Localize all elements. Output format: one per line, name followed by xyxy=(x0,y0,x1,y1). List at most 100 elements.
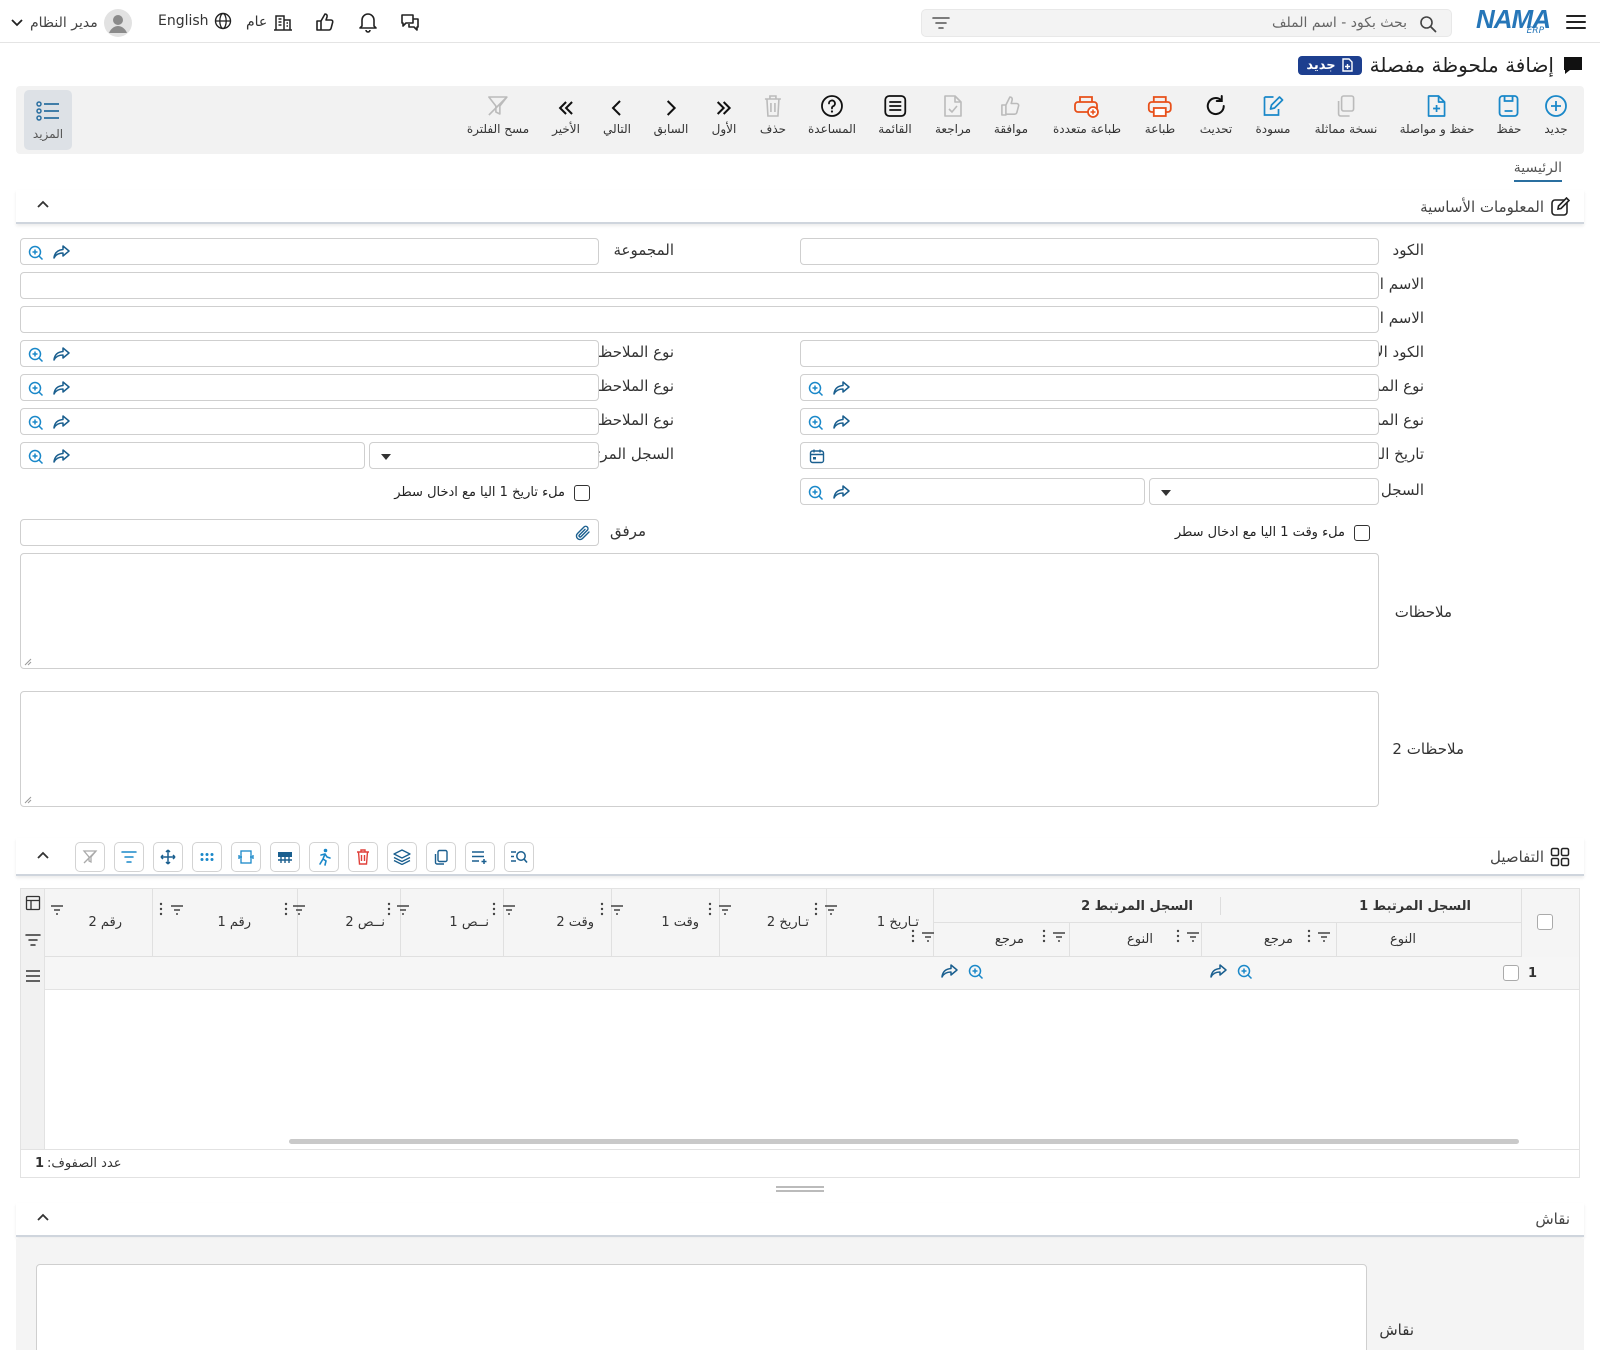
discussion-section-header[interactable]: نقاش xyxy=(16,1203,1584,1237)
search-input[interactable]: بحث بكود - اسم الملف xyxy=(921,9,1452,37)
multi-print-button[interactable]: طباعة متعددة xyxy=(1053,92,1121,136)
search-add-icon[interactable] xyxy=(807,414,825,431)
user-menu[interactable]: مدير النظام xyxy=(10,9,132,37)
group-field[interactable] xyxy=(20,238,599,265)
delete-button[interactable]: حذف xyxy=(760,92,786,136)
grid-dots-button[interactable] xyxy=(192,842,222,872)
thumbs-up-icon[interactable] xyxy=(313,10,337,34)
search-add-icon[interactable] xyxy=(27,380,45,397)
collapse-chevron-icon[interactable] xyxy=(36,1212,50,1222)
column-header-number1[interactable]: رقم 1 xyxy=(217,915,251,930)
share-arrow-icon[interactable] xyxy=(53,380,71,397)
resize-grip-icon[interactable] xyxy=(24,796,32,804)
print-button[interactable]: طباعة xyxy=(1145,92,1175,136)
duplicate-button[interactable]: نسخة مماثلة xyxy=(1315,92,1377,136)
column-header-ref1[interactable]: مرجع xyxy=(1264,932,1293,947)
menu-lines-icon[interactable] xyxy=(25,969,41,983)
search-add-icon[interactable] xyxy=(807,484,825,501)
share-arrow-icon[interactable] xyxy=(833,484,851,501)
fill-time-checkbox[interactable] xyxy=(1354,525,1370,541)
paperclip-icon[interactable] xyxy=(574,524,592,542)
grid-insert-row-button[interactable] xyxy=(270,842,300,872)
attachment-field[interactable] xyxy=(20,519,599,546)
grid-clear-filter-button[interactable] xyxy=(75,842,105,872)
column-header-time1[interactable]: وقت 1 xyxy=(661,915,699,930)
share-arrow-icon[interactable] xyxy=(833,380,851,397)
search-add-icon[interactable] xyxy=(807,380,825,397)
arabic-name-field[interactable] xyxy=(20,272,1379,299)
share-arrow-icon[interactable] xyxy=(1210,963,1228,980)
language-switcher[interactable]: English xyxy=(158,12,232,30)
discussion-textarea[interactable] xyxy=(36,1264,1367,1350)
note-type-field[interactable] xyxy=(20,340,599,367)
related2-type-select[interactable] xyxy=(1149,478,1379,505)
fill-date-checkbox[interactable] xyxy=(574,485,590,501)
related1-ref-field[interactable] xyxy=(20,442,365,469)
english-code-field[interactable] xyxy=(800,340,1379,367)
help-button[interactable]: المساعدة xyxy=(808,92,856,136)
row-checkbox[interactable] xyxy=(1503,965,1519,981)
resize-splitter-handle[interactable] xyxy=(776,1186,824,1192)
resize-grip-icon[interactable] xyxy=(24,658,32,666)
note-date-field[interactable] xyxy=(800,442,1379,469)
select-all-checkbox[interactable] xyxy=(1537,914,1553,930)
table-row[interactable] xyxy=(45,957,1579,990)
note-type5-field[interactable] xyxy=(20,408,599,435)
grid-add-lines-button[interactable] xyxy=(465,842,495,872)
column-header-text2[interactable]: نــص 2 xyxy=(345,915,385,930)
draft-button[interactable]: مسودة xyxy=(1256,92,1290,136)
search-add-icon[interactable] xyxy=(27,244,45,261)
share-arrow-icon[interactable] xyxy=(53,244,71,261)
column-header-type1[interactable]: النوع xyxy=(1390,932,1416,947)
related2-ref-field[interactable] xyxy=(800,478,1145,505)
review-button[interactable]: مراجعة xyxy=(935,92,971,136)
collapse-chevron-icon[interactable] xyxy=(36,199,50,209)
note-type4-field[interactable] xyxy=(800,408,1379,435)
new-button[interactable]: جديد xyxy=(1544,92,1568,136)
column-header-date1[interactable]: تـاريخ 1 xyxy=(877,915,919,930)
previous-button[interactable]: السابق xyxy=(654,92,688,136)
note-type2-field[interactable] xyxy=(800,374,1379,401)
bell-icon[interactable] xyxy=(356,10,380,34)
column-header-type2[interactable]: النوع xyxy=(1127,932,1153,947)
save-and-continue-button[interactable]: حفظ و مواصلة xyxy=(1400,92,1474,136)
column-header-time2[interactable]: وقت 2 xyxy=(556,915,594,930)
branch-selector[interactable]: عام xyxy=(246,12,293,32)
column-header-ref2[interactable]: مرجع xyxy=(995,932,1024,947)
collapse-chevron-icon[interactable] xyxy=(36,850,50,860)
column-header-text1[interactable]: نــص 1 xyxy=(449,915,489,930)
grid-filter-button[interactable] xyxy=(114,842,144,872)
code-field[interactable] xyxy=(800,238,1379,265)
search-icon[interactable] xyxy=(1419,15,1437,33)
share-arrow-icon[interactable] xyxy=(53,346,71,363)
column-header-date2[interactable]: تـاريخ 2 xyxy=(767,915,809,930)
related1-type-select[interactable] xyxy=(369,442,599,469)
save-button[interactable]: حفظ xyxy=(1497,92,1521,136)
filter-icon[interactable] xyxy=(932,16,950,30)
note-type3-field[interactable] xyxy=(20,374,599,401)
list-button[interactable]: القائمة xyxy=(878,92,912,136)
share-arrow-icon[interactable] xyxy=(833,414,851,431)
search-add-icon[interactable] xyxy=(1236,963,1254,980)
first-button[interactable]: الأول xyxy=(712,92,736,136)
tab-main[interactable]: الرئيسية xyxy=(1513,160,1562,182)
grid-delete-row-button[interactable] xyxy=(348,842,378,872)
row-ref2-lookup[interactable] xyxy=(941,963,985,980)
nama-logo[interactable]: NAMA ERP xyxy=(1468,4,1551,38)
refresh-button[interactable]: تحديث xyxy=(1200,92,1232,136)
grid-layers-button[interactable] xyxy=(387,842,417,872)
calendar-icon[interactable] xyxy=(809,448,825,464)
share-arrow-icon[interactable] xyxy=(53,414,71,431)
grid-move-button[interactable] xyxy=(153,842,183,872)
clear-filter-button[interactable]: مسح الفلترة xyxy=(467,92,529,136)
last-button[interactable]: الأخير xyxy=(552,92,580,136)
horizontal-scrollbar[interactable] xyxy=(289,1139,1519,1144)
next-button[interactable]: التالي xyxy=(603,92,631,136)
hamburger-menu-icon[interactable] xyxy=(1564,11,1588,33)
column-header-number2[interactable]: رقم 2 xyxy=(88,915,122,930)
english-name-field[interactable] xyxy=(20,306,1379,333)
search-add-icon[interactable] xyxy=(27,414,45,431)
approve-button[interactable]: موافقة xyxy=(994,92,1028,136)
grid-run-button[interactable] xyxy=(309,842,339,872)
remarks2-textarea[interactable] xyxy=(20,691,1379,807)
